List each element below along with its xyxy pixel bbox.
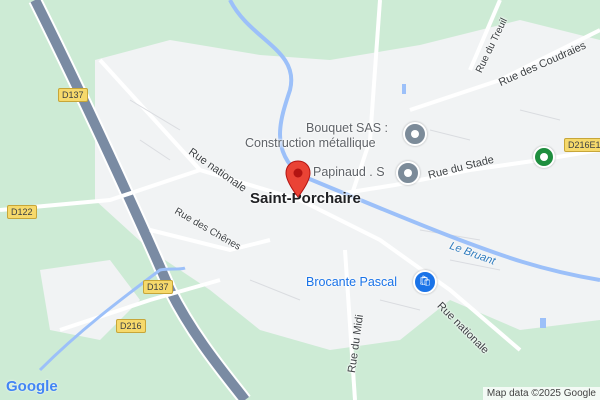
road-shield-d137: D137 (143, 280, 173, 294)
poi-label[interactable]: Brocante Pascal (306, 275, 397, 289)
poi-label[interactable]: Construction métallique (245, 136, 376, 150)
map-attribution[interactable]: Map data ©2025 Google (482, 387, 600, 400)
poi-label[interactable]: Papinaud . S (313, 165, 385, 179)
road-shield-d216: D216 (116, 319, 146, 333)
location-marker-icon[interactable] (285, 160, 311, 198)
shopping-pin-icon[interactable]: 🛍 (413, 270, 437, 294)
map-view[interactable]: D137 D137 D122 D216 D216E1 Rue nationale… (0, 0, 600, 400)
road-shield-d137: D137 (58, 88, 88, 102)
business-pin-icon[interactable] (403, 122, 427, 146)
poi-label[interactable]: Bouquet SAS : (306, 121, 388, 135)
road-shield-d122: D122 (7, 205, 37, 219)
road-shield-d216e1: D216E1 (564, 138, 600, 152)
business-pin-icon[interactable] (396, 161, 420, 185)
park-pin-icon[interactable] (533, 146, 555, 168)
google-logo: Google (6, 378, 58, 395)
